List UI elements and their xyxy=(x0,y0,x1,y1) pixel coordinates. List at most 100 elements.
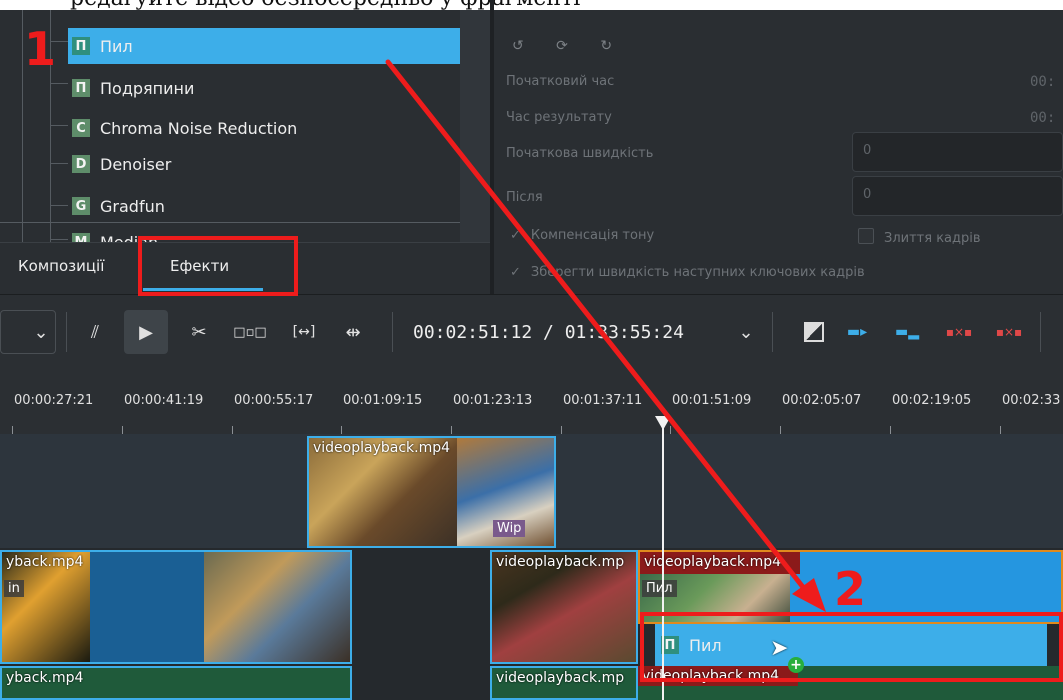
ruler-tick xyxy=(451,426,452,434)
toolbar-separator xyxy=(66,312,67,352)
ruler-tick-label: 00:02:19:05 xyxy=(892,393,972,408)
tree-guide xyxy=(22,10,23,242)
clip-title: videoplayback.mp xyxy=(496,670,625,686)
effect-badge: П xyxy=(72,37,90,55)
keep-speed-checkbox[interactable]: ✓ Зберегти швидкість наступних ключових к… xyxy=(510,265,865,280)
timeline-clip[interactable]: videoplayback.mp xyxy=(490,550,638,664)
clip-title: yback.mp4 xyxy=(6,670,84,686)
ruler-tick xyxy=(232,426,233,434)
effect-label: Подряпини xyxy=(100,78,195,98)
timecode-display[interactable]: 00:02:51:12 / 01:33:55:24 xyxy=(413,322,684,343)
effect-label: Gradfun xyxy=(100,196,165,216)
effect-badge: П xyxy=(72,79,90,97)
audio-clip[interactable]: videoplayback.mp xyxy=(490,666,638,700)
ruler-tick-label: 00:01:23:13 xyxy=(453,393,533,408)
audio-clip[interactable]: yback.mp4 xyxy=(0,666,352,700)
ruler-tick-label: 00:01:09:15 xyxy=(343,393,423,408)
effect-badge: D xyxy=(72,155,90,173)
effect-item-chroma-noise[interactable]: C Chroma Noise Reduction xyxy=(68,110,460,146)
effect-badge: C xyxy=(72,119,90,137)
start-speed-value: 0 xyxy=(863,143,872,158)
clip-thumbnail xyxy=(204,552,350,662)
toolbar-separator xyxy=(392,312,393,352)
start-speed-label: Початкова швидкість xyxy=(506,146,654,161)
check-icon: ✓ xyxy=(510,265,521,280)
frame-blend-label: Злиття кадрів xyxy=(884,231,981,246)
toolbar-separator xyxy=(772,312,773,352)
effect-label: Denoiser xyxy=(100,154,172,174)
effect-item-podriapyny[interactable]: П Подряпини xyxy=(68,70,460,106)
spacer-tool-icon[interactable]: ⫽ xyxy=(78,310,112,354)
ruler-tick-label: 00:01:51:09 xyxy=(672,393,752,408)
effect-item-pyl[interactable]: П Пил xyxy=(68,28,460,64)
pitch-compensation-label: Компенсація тону xyxy=(530,228,655,243)
clip-title: videoplayback.mp4 xyxy=(644,554,782,570)
effects-panel-scrollbar[interactable] xyxy=(460,10,490,242)
keyframe-nav-icons[interactable]: ↺ ⟳ ↻ xyxy=(512,38,626,54)
timeline-clip[interactable]: yback.mp4 in xyxy=(0,550,352,664)
tree-branch xyxy=(50,205,68,206)
overlay-icon[interactable] xyxy=(800,310,828,354)
result-time-value: 00: xyxy=(1030,110,1056,126)
chevron-down-icon[interactable]: ⌄ xyxy=(734,310,758,354)
ruler-tick-label: 00:00:55:17 xyxy=(234,393,314,408)
check-icon: ✓ xyxy=(510,228,521,243)
after-speed-field[interactable]: 0 xyxy=(852,176,1063,216)
insert-icon[interactable]: ▬▸ xyxy=(840,310,874,354)
after-label: Після xyxy=(506,190,543,205)
playhead-handle[interactable] xyxy=(655,416,671,430)
multicam-tool-icon[interactable]: ⇹ xyxy=(336,310,370,354)
ruler-tick-label: 00:02:33 xyxy=(1002,393,1061,408)
lift-icon[interactable]: ▪×▪ xyxy=(942,310,976,354)
effect-label: Chroma Noise Reduction xyxy=(100,118,298,138)
document-caption-strip: редагуйте відео безпосередньо у фрагмент… xyxy=(0,0,1063,10)
checkbox-box xyxy=(858,228,874,244)
ruler-tick xyxy=(780,426,781,434)
keep-speed-label: Зберегти швидкість наступних ключових ка… xyxy=(530,265,865,280)
pitch-compensation-checkbox[interactable]: ✓ Компенсація тону xyxy=(510,228,654,243)
effect-badge: M xyxy=(72,233,90,242)
tab-compositions[interactable]: Композиції xyxy=(18,257,104,275)
ruler-tick xyxy=(890,426,891,434)
select-tool-icon[interactable]: ▶ xyxy=(124,310,168,354)
razor-tool-icon[interactable]: ✂ xyxy=(182,310,216,354)
ruler-tick-label: 00:02:05:07 xyxy=(782,393,862,408)
clip-effect-tag: in xyxy=(4,580,24,597)
timeline-clip[interactable]: videoplayback.mp4 Wip xyxy=(307,436,556,548)
annotation-box-tab xyxy=(138,236,298,296)
clip-title: yback.mp4 xyxy=(6,554,84,570)
annotation-step-1: 1 xyxy=(24,22,57,76)
annotation-step-2: 2 xyxy=(834,562,867,616)
overwrite-icon[interactable]: ▬▂ xyxy=(890,310,924,354)
frame-blend-checkbox[interactable]: Злиття кадрів xyxy=(858,228,981,246)
clip-title: videoplayback.mp4 xyxy=(313,440,451,456)
ruler-tick xyxy=(561,426,562,434)
ruler-tick-label: 00:00:41:19 xyxy=(124,393,204,408)
tree-branch xyxy=(50,83,68,84)
clip-title: videoplayback.mp xyxy=(496,554,625,570)
effect-label: Пил xyxy=(100,36,133,56)
extract-icon[interactable]: ▪×▪ xyxy=(992,310,1026,354)
tree-branch xyxy=(50,239,68,240)
ruler-tick xyxy=(1000,426,1001,434)
start-time-label: Початковий час xyxy=(506,74,615,89)
start-speed-field[interactable]: 0 xyxy=(852,132,1063,172)
annotation-box-drop xyxy=(640,612,1063,682)
chevron-down-icon: ⌄ xyxy=(33,321,49,343)
effect-item-denoiser[interactable]: D Denoiser xyxy=(68,146,460,182)
tree-branch xyxy=(50,163,68,164)
track-mode-dropdown[interactable]: ⌄ xyxy=(0,310,56,354)
ruler-tick-label: 00:01:37:11 xyxy=(563,393,643,408)
after-speed-value: 0 xyxy=(863,187,872,202)
effect-item-gradfun[interactable]: G Gradfun xyxy=(68,188,460,224)
start-time-value: 00: xyxy=(1030,74,1056,90)
ruler-tick xyxy=(12,426,13,434)
clip-effect-tag: Wip xyxy=(493,520,526,537)
ripple-tool-icon[interactable]: □▫□ xyxy=(230,310,270,354)
effect-badge: G xyxy=(72,197,90,215)
effects-tree-panel: П Пил П Подряпини C Chroma Noise Reducti… xyxy=(0,10,490,242)
toolbar-separator xyxy=(1040,312,1041,352)
document-caption: редагуйте відео безпосередньо у фрагмент… xyxy=(70,0,580,10)
ruler-tick xyxy=(341,426,342,434)
slip-tool-icon[interactable]: [↔] xyxy=(284,310,324,354)
